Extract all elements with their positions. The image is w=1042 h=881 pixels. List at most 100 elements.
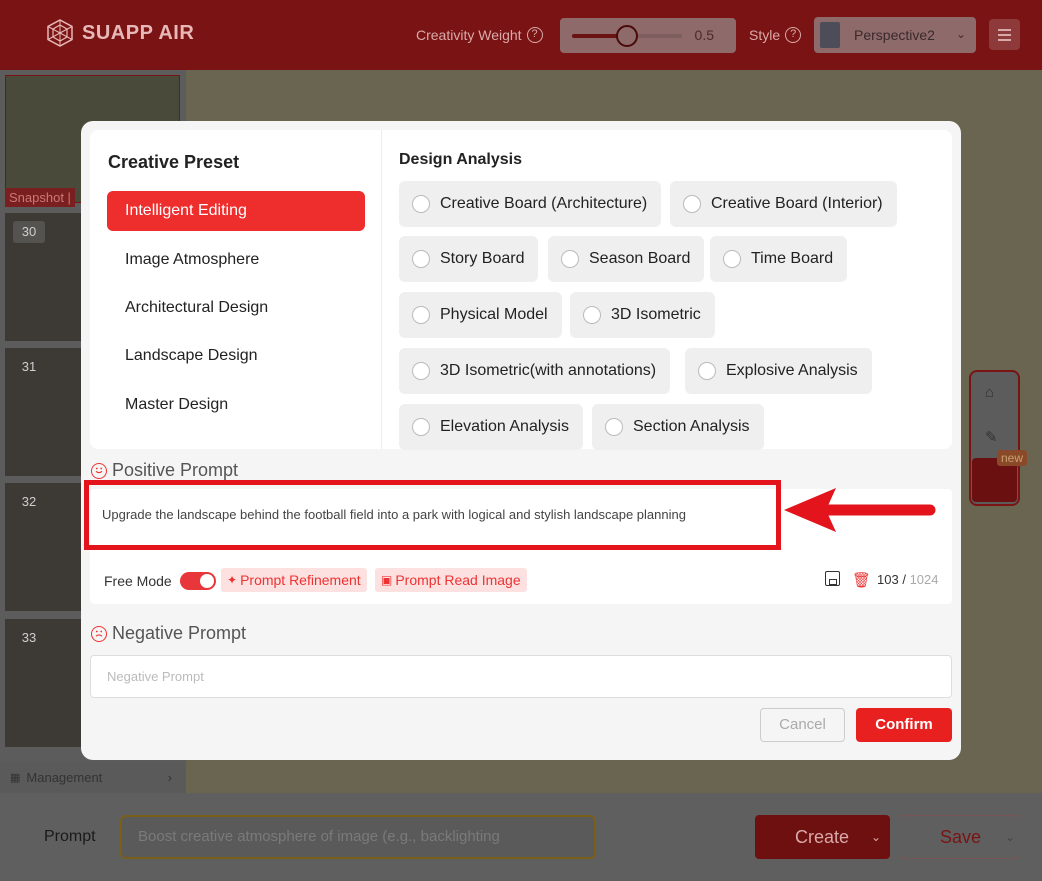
free-mode-toggle[interactable] [179,572,216,590]
prompt-read-image-button[interactable]: ▣ Prompt Read Image [375,568,527,592]
negative-prompt-input[interactable]: Negative Prompt [90,655,952,698]
sparkle-icon: ✦ [227,573,238,587]
radio-button[interactable] [412,418,430,436]
divider [381,130,382,449]
option-label: Section Analysis [633,418,750,435]
help-icon[interactable]: ? [785,27,802,43]
create-label: Create [795,826,850,847]
management-toggle[interactable]: ▦ Management › [0,762,186,793]
option-label: Elevation Analysis [440,418,569,435]
slider-value: 0.5 [694,27,714,43]
design-analysis-title: Design Analysis [399,151,523,168]
logo-icon [47,19,73,47]
chevron-down-icon: ⌄ [955,27,966,41]
confirm-button[interactable]: Confirm [856,708,952,742]
style-thumbnail [820,22,840,48]
radio-button[interactable] [412,362,430,380]
option-label: 3D Isometric [611,306,701,323]
option-season-board[interactable]: Season Board [548,236,705,282]
radio-button[interactable] [561,250,579,268]
chevron-right-icon: › [167,770,172,785]
option-label: Creative Board (Interior) [711,195,883,212]
radio-button[interactable] [412,250,430,268]
option-3d-isometric-annotations[interactable]: 3D Isometric(with annotations) [399,348,671,394]
cancel-button[interactable]: Cancel [760,708,845,742]
style-value: Perspective2 [854,27,935,43]
radio-button[interactable] [412,195,430,213]
option-label: 3D Isometric(with annotations) [440,362,657,379]
free-mode-label: Free Mode [104,573,172,589]
positive-prompt-text: Upgrade the landscape behind the footbal… [102,507,686,522]
radio-button[interactable] [605,418,623,436]
home-icon[interactable]: ⌂ [985,384,994,401]
char-count: 103 [877,572,899,587]
radio-button[interactable] [723,250,741,268]
preset-item-master-design[interactable]: Master Design [107,385,365,425]
prompt-refinement-label: Prompt Refinement [240,572,361,588]
prompt-input[interactable]: Boost creative atmosphere of image (e.g.… [120,815,596,859]
trash-icon[interactable]: 🗑 [852,571,871,589]
save-button[interactable]: Save ⌄ [899,815,1020,859]
top-bar: SUAPP AIR Creativity Weight ? 0.5 Style … [0,0,1042,70]
option-elevation-analysis[interactable]: Elevation Analysis [399,404,583,450]
preset-item-intelligent-editing[interactable]: Intelligent Editing [107,191,365,231]
option-label: Creative Board (Architecture) [440,195,648,212]
char-counter: 103 / 1024 [877,572,938,587]
preset-panel: Creative Preset Intelligent Editing Imag… [90,130,952,450]
positive-prompt-heading: Positive Prompt [91,460,238,481]
style-label: Style ? [749,27,802,43]
management-label: Management [26,770,103,785]
radio-button[interactable] [412,306,430,324]
chevron-down-icon[interactable]: ⌄ [1005,830,1015,844]
chevron-down-icon[interactable]: ⌄ [871,830,881,844]
app-logo: SUAPP AIR [46,19,194,47]
thumb-number: 33 [21,630,37,645]
option-3d-isometric[interactable]: 3D Isometric [570,292,715,338]
image-icon: ▣ [381,573,393,587]
option-section-analysis[interactable]: Section Analysis [592,404,764,450]
edit-icon[interactable]: ✎ [985,428,998,446]
preset-title: Creative Preset [108,152,240,172]
preset-item-architectural-design[interactable]: Architectural Design [107,288,365,328]
option-story-board[interactable]: Story Board [399,236,539,282]
option-time-board[interactable]: Time Board [710,236,848,282]
option-creative-board-interior[interactable]: Creative Board (Interior) [670,181,897,227]
char-separator: / [902,572,910,587]
create-button[interactable]: Create ⌄ [755,815,890,859]
prompt-label: Prompt [44,828,96,845]
option-creative-board-architecture[interactable]: Creative Board (Architecture) [399,181,662,227]
menu-button[interactable] [989,19,1020,50]
preset-item-landscape-design[interactable]: Landscape Design [107,336,365,376]
help-icon[interactable]: ? [526,27,543,43]
new-badge: new [997,450,1028,466]
free-mode-control: Free Mode [104,572,216,590]
preset-item-image-atmosphere[interactable]: Image Atmosphere [107,240,365,280]
annotation-arrow [784,488,936,532]
option-label: Physical Model [440,306,548,323]
char-max: 1024 [909,572,939,587]
option-explosive-analysis[interactable]: Explosive Analysis [685,348,872,394]
option-physical-model[interactable]: Physical Model [399,292,562,338]
negative-prompt-heading: Negative Prompt [91,623,246,644]
smile-icon [91,462,107,479]
positive-prompt-title: Positive Prompt [112,460,239,480]
frown-icon [91,625,107,642]
creative-preset-modal: Creative Preset Intelligent Editing Imag… [81,121,961,760]
radio-button[interactable] [698,362,716,380]
style-select[interactable]: Perspective2 ⌄ [814,17,976,53]
creativity-weight-slider[interactable]: 0.5 [560,18,736,53]
menu-icon-bar [998,38,1011,41]
creativity-weight-text: Creativity Weight [416,27,522,43]
slider-thumb[interactable] [616,25,638,47]
thumb-number: 32 [21,494,37,509]
save-icon[interactable] [825,571,840,586]
menu-icon-bar [998,33,1011,36]
save-label: Save [940,826,982,847]
snapshot-label: Snapshot | [5,188,75,207]
prompt-refinement-button[interactable]: ✦ Prompt Refinement [221,568,367,592]
radio-button[interactable] [583,306,601,324]
radio-button[interactable] [683,195,701,213]
slider-track[interactable] [572,25,682,47]
grid-icon: ▦ [10,772,21,784]
prompt-read-image-label: Prompt Read Image [395,572,521,588]
